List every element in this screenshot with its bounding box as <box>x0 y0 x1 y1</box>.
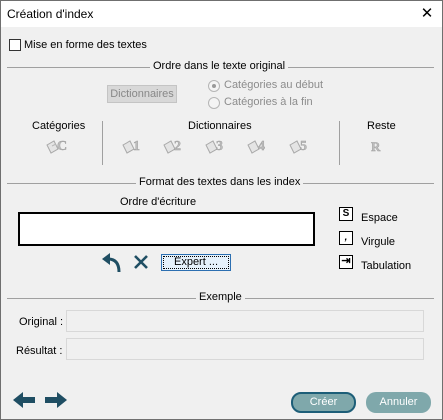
cancel-button[interactable]: Annuler <box>366 392 431 413</box>
result-example-field <box>66 338 424 360</box>
dictionary-1-number: 1 <box>133 139 140 154</box>
column-divider-left <box>102 121 103 165</box>
undo-icon[interactable] <box>100 250 124 274</box>
dictionary-4-icon[interactable]: 4 <box>245 135 273 159</box>
space-separator-label: Espace <box>361 212 398 224</box>
index-creation-dialog: Création d'index ✕ Mise en forme des tex… <box>0 0 443 420</box>
dictionary-3-number: 3 <box>216 139 223 154</box>
original-order-title: Ordre dans le texte original <box>150 60 289 72</box>
dictionary-2-icon[interactable]: 2 <box>161 135 189 159</box>
tab-separator-label: Tabulation <box>361 260 412 272</box>
tab-separator-icon[interactable]: ⇥ <box>339 255 353 269</box>
format-texts-checkbox[interactable] <box>9 39 21 51</box>
writing-order-box[interactable] <box>18 212 315 246</box>
expert-button[interactable]: Expert ... <box>161 254 231 271</box>
create-button[interactable]: Créer <box>291 392 356 413</box>
dictionaries-button[interactable]: Dictionnaires <box>107 85 177 103</box>
rest-drag-icon[interactable]: R <box>367 135 395 159</box>
dialog-title: Création d'index <box>7 7 94 21</box>
writing-order-label: Ordre d'écriture <box>120 196 197 208</box>
index-format-title: Format des textes dans les index <box>136 176 304 188</box>
comma-separator-icon[interactable]: , <box>339 231 353 245</box>
space-separator-icon[interactable]: S <box>339 207 353 221</box>
dictionary-5-icon[interactable]: 5 <box>287 135 315 159</box>
next-arrow-icon[interactable] <box>44 390 68 410</box>
column-divider-right <box>339 121 340 165</box>
previous-arrow-icon[interactable] <box>12 390 36 410</box>
dictionaries-column-label: Dictionnaires <box>188 120 252 132</box>
category-icon-letter: C <box>57 139 67 154</box>
close-icon[interactable]: ✕ <box>416 3 438 25</box>
original-label: Original : <box>19 316 64 328</box>
rest-icon-letter: R <box>371 139 381 154</box>
dictionary-3-icon[interactable]: 3 <box>203 135 231 159</box>
categories-column-label: Catégories <box>32 120 86 132</box>
clear-icon[interactable] <box>133 254 149 270</box>
categories-at-start-label: Catégories au début <box>224 79 324 91</box>
rest-column-label: Reste <box>367 120 396 132</box>
dictionary-5-number: 5 <box>300 139 307 154</box>
title-bar: Création d'index ✕ <box>1 1 442 27</box>
format-texts-label: Mise en forme des textes <box>24 39 147 51</box>
result-label: Résultat : <box>16 345 63 357</box>
categories-at-end-label: Catégories à la fin <box>224 96 313 108</box>
original-example-field <box>66 310 424 332</box>
category-drag-icon[interactable]: C <box>44 135 72 159</box>
categories-at-end-radio[interactable] <box>208 97 220 109</box>
dictionary-2-number: 2 <box>174 139 181 154</box>
example-title: Exemple <box>196 291 245 303</box>
categories-at-start-radio[interactable] <box>208 80 220 92</box>
dictionary-4-number: 4 <box>258 139 265 154</box>
dictionary-1-icon[interactable]: 1 <box>120 135 148 159</box>
comma-separator-label: Virgule <box>361 236 396 248</box>
